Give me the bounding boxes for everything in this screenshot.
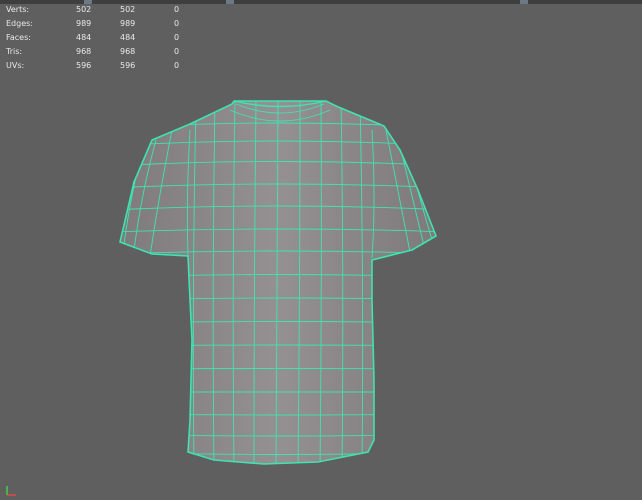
axis-gizmo-icon: [6, 486, 16, 496]
tshirt-mesh[interactable]: [0, 0, 642, 500]
3d-viewport[interactable]: Verts: 502 502 0 Edges: 989 989 0 Faces:…: [0, 0, 642, 500]
